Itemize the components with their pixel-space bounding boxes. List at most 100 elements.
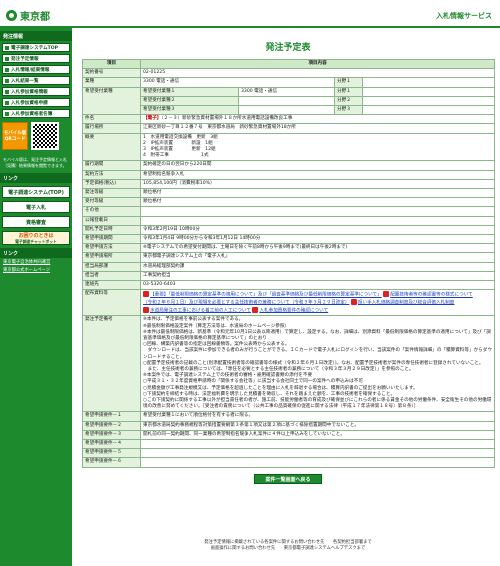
link-tokyo-official[interactable]: 東京都公式ホームページ [0,266,72,274]
pdf-icon [350,298,357,305]
table-row: 公報登載日 [82,215,496,226]
sidebar-item-label: 入札参加資格情報 [11,89,48,95]
link-button-top[interactable]: 電子調達システム(TOP) [2,186,70,198]
main-content: 発注予定表 項目 項目内容 契約番号 02-01225 業種 3300 電話・通… [82,30,496,484]
sidebar-item-qualification[interactable]: 入札参加資格情報 [2,87,70,96]
sidebar: 発注情報 電子調達システムTOP 発注予定情報 入札情報/結果情報 入札結果一覧… [0,28,72,566]
note-line: ○この下請契約に関係する工事以外が担当責任者の者が、施工前、技能労働者等の育成及… [143,398,492,410]
sidebar-item-top[interactable]: 電子調達システムTOP [2,43,70,52]
sidebar-item-apply[interactable]: 入札参加資格申請 [2,98,70,107]
apply-method-value: ※電子システムでの希望受付期間は、土曜日を除く午前8時から午後9時まで(最終日は… [139,243,496,254]
mobile-button[interactable]: モバイル版 QRコード [2,122,28,150]
col-content-header: 項目内容 [139,58,496,70]
field-label: 履行期間 [82,160,141,171]
table-row: 配布資料等 【重要】「最低制限価格の算定基準の適用について」及び「調査基準価格及… [82,289,496,317]
link-button-e-bid[interactable]: 電子入札 [2,201,70,213]
field-label: その他 [82,206,141,217]
sidebar-item-label: 入札参加資格申請 [11,100,48,106]
cond1-value: 希望受付業種１において順位格付を有する者に限る。 [139,411,496,422]
arrow-icon [5,67,9,72]
field-label: 予定価格(税込) [82,178,141,190]
arrow-icon [5,78,9,83]
sidebar-item-roster[interactable]: 入札参加資格者名簿 [2,109,70,118]
table-row: 業種 3300 電話・通信 分野１ [82,77,496,88]
contract-number: 02-01225 [139,68,496,79]
field-label: 分野１ [334,77,363,88]
cond2-value: 東京都水道局契約事務規程等対策措置要綱第３条第１項又は第２項に基づく排除措置期間… [139,420,496,431]
field-label: 配布資料等 [82,289,141,317]
pdf-icon [143,291,149,298]
table-row: 希望申請要件－２ 東京都水道局契約事務規程等対策措置要綱第３条第１項又は第２項に基… [82,420,496,431]
table-row: 担当局部課 水道局経理部契約課 [82,261,496,272]
table-row: 件名 【電子】（２－３）新砂緊急資材置場外１８か所水道用電話設備改良工事 [82,114,496,125]
sidebar-item-label: 発注予定情報 [11,56,39,62]
open-value: 令和3年2月19日 10時00分 [139,224,496,236]
empty-cell [139,457,496,468]
qr-code-icon [31,122,59,150]
footer-line: 画面操作に関するお問い合わせ先 東京都電子調達システムヘルプデスクまで [210,546,366,551]
grade-value: 順位格付 [139,197,496,208]
sidebar-item-label: 入札結果一覧 [11,78,39,84]
table-row: 契約番号 02-01225 [82,68,496,79]
table-row: 希望受付業種 希望受付業種１ 3300 電話・通信 分野１ [82,86,496,116]
table-row: その他 [82,206,496,217]
note-line: ダウンロードは、当該案件に参加できる者のみが行うことができる。ＩＣカードで電子入… [143,348,492,360]
chatbot-button[interactable]: お困りのときは 電子調達チャットボット [2,231,70,245]
col-item-header: 項目 [82,58,141,70]
table-row: 希望申請期間 令和3年1月4日 9時00分から令和3年1月12日 14時00分 [82,234,496,245]
field-label: 発注等級 [82,188,141,199]
field-label: 希望申請要件－２ [82,420,141,431]
field-label: 担当者 [82,270,141,282]
doc-link[interactable]: 配置技術者等の確認書等の様式について [390,293,473,298]
field-label: 分野２ [334,95,363,107]
sidebar-item-schedule[interactable]: 発注予定情報 [2,54,70,63]
notes-value: ※本件は、予定価格を事前公表する案件である。 ※最低制限価格設定案件（算定方法等… [139,315,496,413]
empty-cell [139,448,496,459]
sidebar-item-label: 電子調達システムTOP [11,45,59,51]
doc-link[interactable]: 水道局発注の工事における着工前の人工について [150,308,251,313]
method-value: 希望制指名競争入札 [139,169,496,180]
apply-value: 令和3年1月4日 9時00分から令和3年1月12日 14時00分 [139,234,496,245]
link-joint-operation[interactable]: 東京電子自治体共同運営 [0,258,72,266]
table-row: 発注等級 順位格付 [82,188,496,199]
person-value: 工事契約担当 [139,270,496,282]
doc-link[interactable]: 【重要】「最低制限価格の算定基準の適用について」及び「調査基準価格及び最低制限価… [150,293,382,298]
field-label: 希望申請要件－５ [82,448,141,459]
place-value: 江東区新砂一丁目１２番７号 東京都水道局 新砂緊急資材置場外18か所 [139,123,496,134]
table-row: 希望申請場所 東京都電子調達システム上の「電子入札」 [82,252,496,263]
field-label: 履行場所 [82,123,141,134]
field-label: 希望申請要件－４ [82,439,141,450]
doc-link[interactable]: 担い手入札価格調査制度及び総合評価入札制度 [358,300,454,305]
cond3-value: 開札前の同一契約期間、同一業種の希望制指名競争入札案件に４件以上申込みをしていな… [139,429,496,441]
field-label: 希望申請方法 [82,243,141,254]
mobile-sub-label: QRコード [4,137,26,142]
mobile-section: モバイル版 QRコード [2,122,70,152]
price-value: 105,854,100円（消費税率10%） [139,178,496,190]
wish1-value: 3300 電話・通信 [238,86,335,97]
chatbot-label: お困りのときは [18,232,54,239]
table-row: 希望申請要件－５ [82,448,496,459]
field-label: 公報登載日 [82,215,141,226]
tokyo-logo[interactable]: 東京都 [6,8,50,23]
table-row: 契約方法 希望制指名競争入札 [82,169,496,180]
sidebar-item-bid-info[interactable]: 入札情報/結果情報 [2,65,70,74]
field-label: 希望受付業種２ [140,95,239,107]
field-label: 希望申請場所 [82,252,141,263]
table-row: 希望申請要件－４ [82,439,496,450]
back-to-list-button[interactable]: 案件一覧画面へ戻る [254,473,322,484]
field-label: 希望申請要件－６ [82,457,141,468]
sidebar-item-label: 入札参加資格者名簿 [11,111,53,117]
note-line: ※本件は最低制限価格は、新基準（令和元年10月1日公表以降適用）で算定し、設定す… [143,329,491,341]
empty-cell [238,95,335,107]
arrow-icon [5,111,9,116]
doc-link[interactable]: 入札参加資格要件の確認について [259,308,328,313]
table-row: 希望申請方法 ※電子システムでの希望受付期間は、土曜日を除く午前8時から午後9時ま… [82,243,496,254]
link-button-qualification[interactable]: 資格審査 [2,216,70,228]
sidebar-item-results[interactable]: 入札結果一覧 [2,76,70,85]
docs-value: 【重要】「最低制限価格の算定基準の適用について」及び「調査基準価格及び最低制限価… [139,289,496,317]
empty-cell [361,95,496,107]
doc-link[interactable]: （令和２年６月１日）及び現場を必要とする主任技術者の兼務について（令和３年３月２… [143,300,349,305]
field-label: 希望申請期間 [82,234,141,245]
field-label: 分野１ [334,86,363,97]
sidebar-heading: 発注情報 [0,31,72,41]
